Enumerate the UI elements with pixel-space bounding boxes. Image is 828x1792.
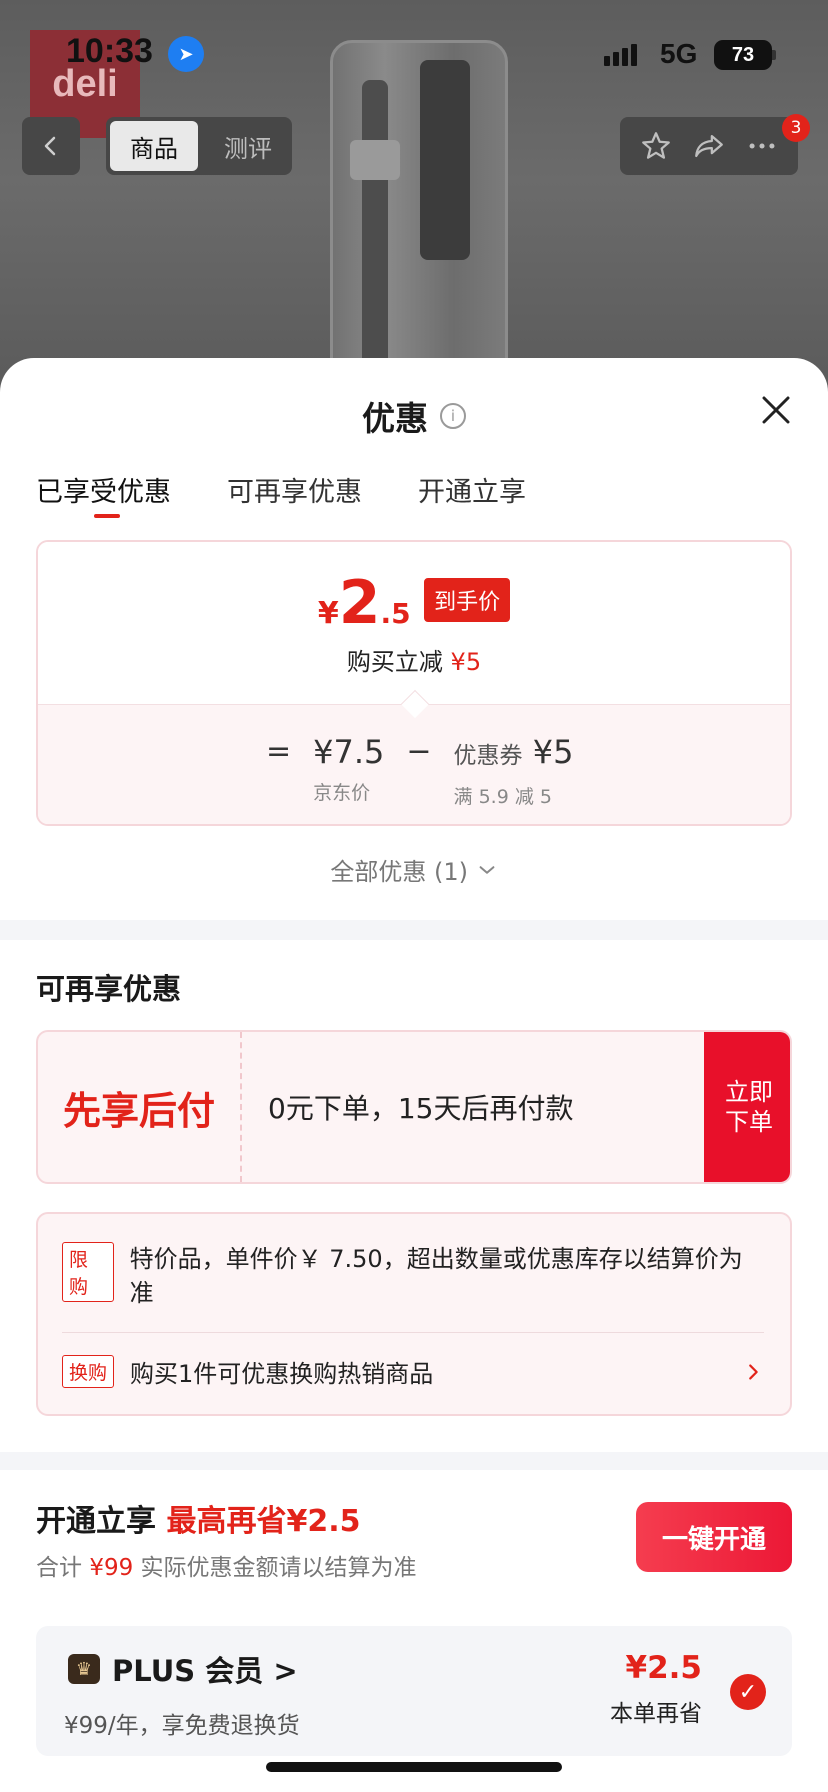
final-price: ¥2.5 到手价 (38, 568, 790, 638)
offer-tabs: 已享受优惠 可再享优惠 开通立享 (36, 470, 582, 509)
sheet-title: 优惠 (362, 399, 428, 438)
reduce-line: 购买立减 ¥5 (38, 642, 790, 677)
tab-review[interactable]: 测评 (208, 121, 288, 171)
star-icon[interactable] (639, 129, 673, 163)
limit-tag: 限购 (62, 1242, 114, 1302)
battery-tip (772, 50, 776, 60)
final-price-tag: 到手价 (424, 578, 511, 622)
plus-membership-card[interactable]: ♛ PLUS 会员 > ¥99/年，享免费退换货 ¥2.5 本单再省 ✓ (36, 1626, 792, 1756)
product-pencil-image (420, 60, 470, 260)
bnpl-description: 0元下单，15天后再付款 (268, 1092, 574, 1125)
signal-icon (604, 44, 637, 66)
final-price-section: ¥2.5 到手价 购买立减 ¥5 (38, 542, 790, 704)
equals-sign: = (266, 734, 292, 769)
product-tool-image (362, 80, 388, 380)
price-formula: = ¥7.5 京东价 − 优惠券 ¥5 满 5.9 减 5 (266, 732, 595, 809)
coupon-rule: 满 5.9 减 5 (453, 786, 552, 808)
price-currency: ¥ (317, 596, 339, 631)
buy-now-pay-later-card: 先享后付 0元下单，15天后再付款 立即 下单 (36, 1030, 792, 1184)
minus-sign: − (406, 734, 432, 769)
tab-product[interactable]: 商品 (110, 121, 198, 171)
network-label: 5G (660, 38, 698, 69)
back-button[interactable] (22, 117, 80, 175)
coupon-label: 优惠券 (453, 743, 523, 769)
price-decimal: .5 (380, 597, 411, 630)
plus-description: ¥99/年，享免费退换货 (64, 1713, 300, 1739)
coupon-amount: ¥5 (532, 733, 574, 771)
tab-enjoyed-offers[interactable]: 已享受优惠 (36, 470, 171, 509)
row-divider (62, 1332, 764, 1333)
tab-membership-offers[interactable]: 开通立享 (418, 470, 526, 509)
chevron-right-icon (749, 1363, 758, 1380)
plus-name[interactable]: PLUS 会员 > (112, 1648, 298, 1690)
battery-icon: 73 (714, 40, 772, 70)
reduce-amount: ¥5 (450, 648, 482, 676)
limit-row: 限购 特价品，单件价￥ 7.50，超出数量或优惠库存以结算价为准 (62, 1242, 762, 1310)
order-now-label: 立即 下单 (725, 1078, 773, 1136)
location-icon: ➤ (168, 36, 204, 72)
membership-sub-amount: ¥99 (89, 1555, 134, 1581)
chevron-down-icon (479, 865, 495, 874)
bnpl-name: 先享后付 (38, 1032, 242, 1182)
coupon-item: 优惠券 ¥5 满 5.9 减 5 (454, 732, 574, 809)
jd-price: ¥7.5 (313, 733, 385, 771)
all-offers-label: 全部优惠 (1) (330, 858, 468, 886)
price-integer: 2 (338, 568, 381, 638)
notification-badge: 3 (782, 114, 810, 142)
section-divider-2 (0, 1452, 828, 1470)
sheet-header: 优惠 i (0, 392, 828, 440)
info-icon[interactable]: i (440, 403, 466, 429)
jd-price-label: 京东价 (313, 782, 371, 804)
plus-save-amount: ¥2.5 (625, 1650, 703, 1686)
membership-highlight: 最高再省¥2.5 (166, 1504, 361, 1539)
tab-more-offers[interactable]: 可再享优惠 (227, 470, 362, 509)
status-time: 10:33 (66, 32, 153, 70)
membership-title: 开通立享 (36, 1504, 156, 1539)
section-divider (0, 920, 828, 940)
check-icon[interactable]: ✓ (730, 1674, 766, 1710)
close-icon[interactable] (756, 390, 796, 430)
exchange-text: 购买1件可优惠换购热销商品 (130, 1360, 434, 1388)
home-indicator (266, 1762, 562, 1772)
order-now-button[interactable]: 立即 下单 (704, 1032, 790, 1182)
limit-text: 特价品，单件价￥ 7.50，超出数量或优惠库存以结算价为准 (129, 1245, 743, 1307)
plus-savings: ¥2.5 本单再省 (562, 1650, 702, 1728)
crown-icon: ♛ (68, 1654, 100, 1684)
exchange-row[interactable]: 换购 购买1件可优惠换购热销商品 (62, 1354, 764, 1389)
chevron-left-icon (44, 136, 56, 156)
membership-sub-prefix: 合计 (36, 1555, 82, 1581)
membership-title-line: 开通立享 最高再省¥2.5 (36, 1496, 360, 1540)
price-breakdown-card: ¥2.5 到手价 购买立减 ¥5 = ¥7.5 京东价 − 优惠券 ¥5 满 5… (36, 540, 792, 826)
battery-level: 73 (731, 43, 755, 66)
nav-actions (620, 117, 798, 175)
reduce-label: 购买立减 (346, 648, 443, 676)
share-icon[interactable] (692, 129, 726, 163)
more-icon[interactable] (745, 129, 779, 163)
membership-subtitle: 合计 ¥99 实际优惠金额请以结算为准 (36, 1548, 417, 1582)
product-case-image (330, 40, 508, 400)
product-tab-switch: 商品 测评 (106, 117, 292, 175)
all-offers-toggle[interactable]: 全部优惠 (1) (0, 852, 828, 887)
jd-price-item: ¥7.5 京东价 (313, 732, 384, 805)
plus-save-label: 本单再省 (610, 1701, 702, 1727)
purchase-rules-card: 限购 特价品，单件价￥ 7.50，超出数量或优惠库存以结算价为准 换购 购买1件… (36, 1212, 792, 1416)
exchange-tag: 换购 (62, 1355, 115, 1388)
membership-sub-suffix: 实际优惠金额请以结算为准 (140, 1555, 417, 1581)
more-offers-title: 可再享优惠 (36, 972, 182, 1006)
product-compass-head (350, 140, 400, 180)
active-tab-indicator (94, 514, 120, 518)
one-click-activate-button[interactable]: 一键开通 (636, 1502, 792, 1572)
